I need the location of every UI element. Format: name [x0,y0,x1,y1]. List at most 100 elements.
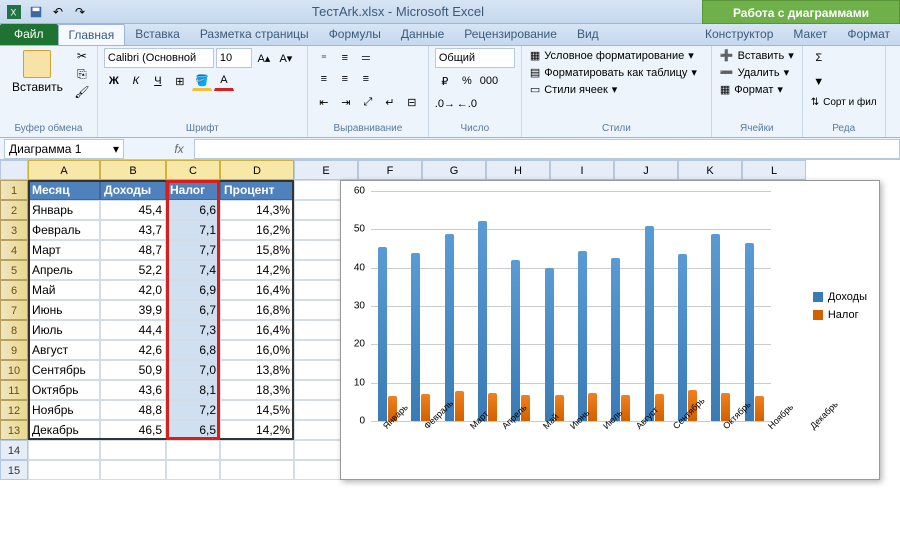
align-left-icon[interactable]: ≡ [314,69,334,89]
percent-icon[interactable]: % [457,71,477,91]
empty-cell[interactable] [100,440,166,460]
tab-review[interactable]: Рецензирование [454,24,567,45]
row-header[interactable]: 8 [0,320,28,340]
conditional-formatting-button[interactable]: ▦Условное форматирование ▾ [528,48,696,63]
underline-button[interactable]: Ч [148,71,168,91]
empty-cell[interactable] [166,440,220,460]
data-cell[interactable]: 8,1 [166,380,220,400]
format-cells-button[interactable]: ▦ Формат ▾ [718,82,785,97]
col-header-C[interactable]: C [166,160,220,180]
merge-icon[interactable]: ⊟ [402,92,422,112]
col-header-B[interactable]: B [100,160,166,180]
tab-insert[interactable]: Вставка [125,24,190,45]
data-cell[interactable]: 6,8 [166,340,220,360]
decrease-font-icon[interactable]: A▾ [276,48,296,68]
data-cell[interactable]: 48,7 [100,240,166,260]
data-cell[interactable]: 16,0% [220,340,294,360]
tab-data[interactable]: Данные [391,24,454,45]
data-cell[interactable]: 16,8% [220,300,294,320]
data-cell[interactable]: 14,5% [220,400,294,420]
row-header[interactable]: 13 [0,420,28,440]
data-cell[interactable]: 7,7 [166,240,220,260]
data-cell[interactable]: Март [28,240,100,260]
data-cell[interactable]: 6,5 [166,420,220,440]
fx-icon[interactable]: fx [164,142,194,156]
embedded-chart[interactable]: 0102030405060 ЯнварьФевральМартАпрельМай… [340,180,880,480]
data-cell[interactable]: Октябрь [28,380,100,400]
row-header[interactable]: 9 [0,340,28,360]
fill-icon[interactable]: ▼ [809,72,829,92]
data-cell[interactable]: Сентябрь [28,360,100,380]
data-cell[interactable]: 46,5 [100,420,166,440]
row-header[interactable]: 3 [0,220,28,240]
row-header[interactable]: 4 [0,240,28,260]
table-header[interactable]: Доходы [100,180,166,200]
align-bottom-icon[interactable]: ＝ [356,48,376,68]
row-header[interactable]: 7 [0,300,28,320]
empty-cell[interactable] [220,460,294,480]
col-header-H[interactable]: H [486,160,550,180]
row-header[interactable]: 5 [0,260,28,280]
undo-icon[interactable]: ↶ [48,2,68,22]
data-cell[interactable]: 7,2 [166,400,220,420]
excel-icon[interactable]: X [4,2,24,22]
data-cell[interactable]: Апрель [28,260,100,280]
empty-cell[interactable] [28,440,100,460]
data-cell[interactable]: 13,8% [220,360,294,380]
col-header-E[interactable]: E [294,160,358,180]
data-cell[interactable]: 14,2% [220,260,294,280]
autosum-icon[interactable]: Σ [809,48,829,68]
row-header[interactable]: 10 [0,360,28,380]
increase-font-icon[interactable]: A▴ [254,48,274,68]
font-color-button[interactable]: A [214,71,234,91]
data-cell[interactable]: 42,6 [100,340,166,360]
format-as-table-button[interactable]: ▤Форматировать как таблицу ▾ [528,65,699,80]
cell-styles-button[interactable]: ▭Стили ячеек ▾ [528,82,619,97]
data-cell[interactable]: Декабрь [28,420,100,440]
row-header[interactable]: 11 [0,380,28,400]
comma-icon[interactable]: 000 [479,71,499,91]
empty-cell[interactable] [166,460,220,480]
data-cell[interactable]: 48,8 [100,400,166,420]
data-cell[interactable]: 15,8% [220,240,294,260]
save-icon[interactable] [26,2,46,22]
row-header[interactable]: 1 [0,180,28,200]
currency-icon[interactable]: ₽ [435,71,455,91]
italic-button[interactable]: К [126,71,146,91]
col-header-G[interactable]: G [422,160,486,180]
data-cell[interactable]: Февраль [28,220,100,240]
table-header[interactable]: Месяц [28,180,100,200]
orientation-icon[interactable]: ⤢ [358,92,378,112]
empty-cell[interactable] [220,440,294,460]
sort-filter-button[interactable]: ⇅ Сорт и фил [809,96,879,109]
data-cell[interactable]: 7,0 [166,360,220,380]
data-cell[interactable]: Январь [28,200,100,220]
worksheet-grid[interactable]: 123456789101112131415 ABCDEFGHIJKL Месяц… [0,160,900,480]
tab-layout[interactable]: Разметка страницы [190,24,319,45]
data-cell[interactable]: 16,4% [220,280,294,300]
font-size-select[interactable] [216,48,252,68]
align-center-icon[interactable]: ≡ [335,69,355,89]
font-name-select[interactable] [104,48,214,68]
data-cell[interactable]: 14,3% [220,200,294,220]
col-header-F[interactable]: F [358,160,422,180]
number-format-select[interactable] [435,48,515,68]
paste-button[interactable]: Вставить [6,48,69,96]
table-header[interactable]: Налог [166,180,220,200]
bold-button[interactable]: Ж [104,71,124,91]
col-header-L[interactable]: L [742,160,806,180]
data-cell[interactable]: 6,7 [166,300,220,320]
data-cell[interactable]: 7,1 [166,220,220,240]
data-cell[interactable]: 16,4% [220,320,294,340]
insert-cells-button[interactable]: ➕ Вставить ▾ [718,48,796,63]
increase-decimal-icon[interactable]: .0→ [435,94,455,114]
data-cell[interactable]: 39,9 [100,300,166,320]
row-header[interactable]: 14 [0,440,28,460]
tab-chart-layout[interactable]: Макет [783,24,837,45]
tab-file[interactable]: Файл [0,24,58,45]
data-cell[interactable]: 14,2% [220,420,294,440]
tab-formulas[interactable]: Формулы [319,24,391,45]
col-header-K[interactable]: K [678,160,742,180]
data-cell[interactable]: Июнь [28,300,100,320]
data-cell[interactable]: 43,7 [100,220,166,240]
